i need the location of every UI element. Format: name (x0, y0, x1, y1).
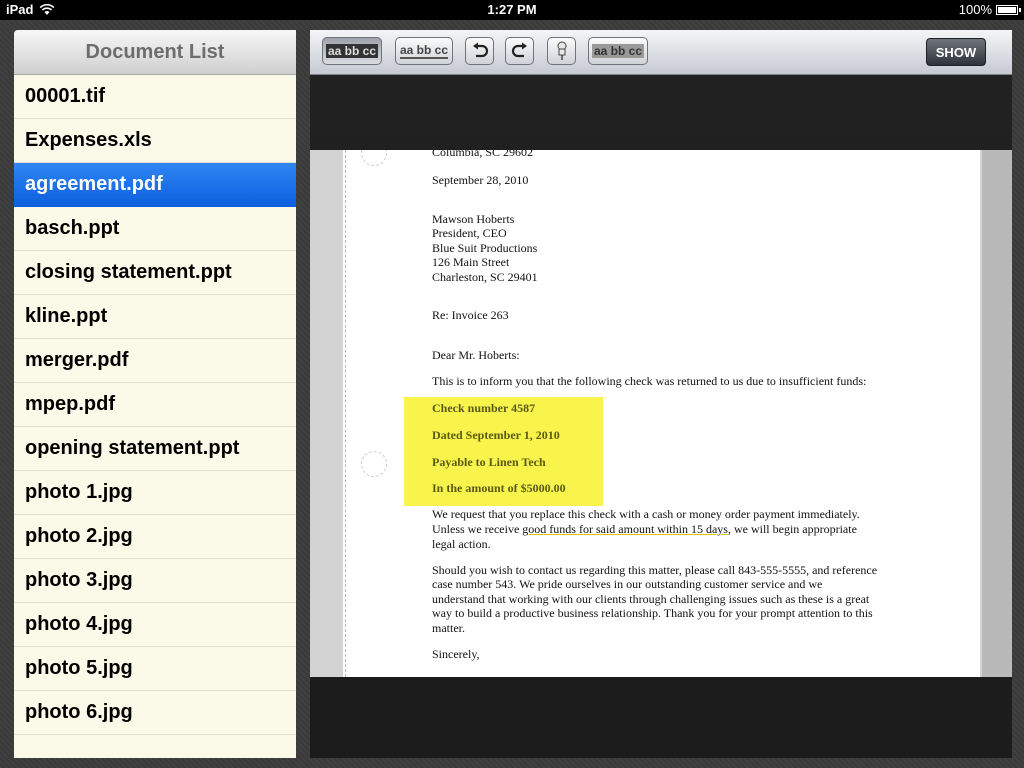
undo-button[interactable] (465, 37, 494, 65)
document-list-item[interactable]: agreement.pdf (14, 163, 296, 207)
paragraph-line: Unless we receive good funds for said am… (432, 522, 857, 537)
sender-city: Columbia, SC 29602 (432, 150, 534, 159)
check-amount: In the amount of $5000.00 (432, 481, 566, 495)
document-list-item[interactable]: basch.ppt (14, 207, 296, 251)
closing: Sincerely, (432, 647, 480, 661)
undo-icon (472, 42, 488, 58)
check-payee: Payable to Linen Tech (432, 455, 546, 469)
paragraph-line: case number 543. We pride ourselves in o… (432, 577, 823, 591)
underline-annotation[interactable]: good funds for said amount within 15 day… (522, 522, 728, 536)
document-list-panel: Document List 00001.tif Expenses.xls agree… (14, 30, 296, 758)
text-run: Unless we receive (432, 522, 523, 536)
underline-tool-button[interactable]: aa bb cc (395, 37, 453, 65)
document-list-item[interactable]: mpep.pdf (14, 383, 296, 427)
paragraph-line: understand that working with our clients… (432, 592, 870, 606)
recipient-name: Mawson Hoberts (432, 212, 515, 226)
document-list-item[interactable]: kline.ppt (14, 295, 296, 339)
recipient-title: President, CEO (432, 226, 507, 240)
document-list-item[interactable]: photo 5.jpg (14, 647, 296, 691)
note-pin-button[interactable] (547, 37, 576, 65)
page-edge (982, 150, 1012, 677)
intro-sentence: This is to inform you that the following… (432, 374, 867, 388)
recipient-street: 126 Main Street (432, 255, 510, 269)
document-list-item[interactable]: photo 1.jpg (14, 471, 296, 515)
status-bar: iPad 1:27 PM 100% (0, 0, 1024, 20)
text-run: , we will begin appropriate (727, 522, 857, 536)
document-list-title: Document List (14, 30, 296, 75)
check-number: Check number 4587 (432, 401, 536, 415)
punch-hole (361, 150, 387, 166)
redo-button[interactable] (505, 37, 534, 65)
battery-icon (996, 4, 1021, 15)
reference-line: Re: Invoice 263 (432, 308, 509, 322)
paragraph-line: matter. (432, 621, 465, 635)
paragraph-line: legal action. (432, 537, 491, 551)
document-viewer: aa bb cc aa bb cc aa bb cc SHOW Columbia… (310, 30, 1012, 758)
recipient-city: Charleston, SC 29401 (432, 270, 538, 284)
document-list-item[interactable]: photo 6.jpg (14, 691, 296, 735)
salutation: Dear Mr. Hoberts: (432, 348, 520, 362)
highlight-tool-button[interactable]: aa bb cc (322, 37, 382, 65)
strikeout-tool-button[interactable]: aa bb cc (588, 37, 648, 65)
redo-icon (511, 42, 527, 58)
document-list-item[interactable]: photo 3.jpg (14, 559, 296, 603)
strikeout-tool-label: aa bb cc (591, 44, 645, 58)
document-list-item[interactable]: Expenses.xls (14, 119, 296, 163)
app-frame: Document List 00001.tif Expenses.xls agree… (0, 20, 1024, 768)
clock: 1:27 PM (487, 2, 537, 17)
pushpin-icon (557, 41, 566, 60)
highlight-tool-label: aa bb cc (325, 44, 379, 58)
document-list[interactable]: 00001.tif Expenses.xls agreement.pdf basch.… (14, 75, 296, 735)
document-list-item[interactable]: merger.pdf (14, 339, 296, 383)
paragraph-line: We request that you replace this check w… (432, 507, 860, 521)
battery-percent: 100% (958, 2, 992, 17)
punch-hole (361, 451, 387, 477)
document-list-item[interactable]: photo 2.jpg (14, 515, 296, 559)
recipient-company: Blue Suit Productions (432, 241, 538, 255)
letter-date: September 28, 2010 (432, 173, 529, 187)
underline-tool-label: aa bb cc (399, 43, 449, 59)
document-list-item[interactable]: 00001.tif (14, 75, 296, 119)
show-button[interactable]: SHOW (926, 38, 986, 66)
check-date: Dated September 1, 2010 (432, 428, 560, 442)
page-margin-line (345, 150, 346, 677)
document-list-item[interactable]: closing statement.ppt (14, 251, 296, 295)
document-list-item[interactable]: photo 4.jpg (14, 603, 296, 647)
annotation-toolbar: aa bb cc aa bb cc aa bb cc SHOW (310, 30, 1012, 75)
document-page[interactable]: Columbia, SC 29602 September 28, 2010 Ma… (343, 150, 980, 677)
document-list-item[interactable]: opening statement.ppt (14, 427, 296, 471)
paragraph-line: Should you wish to contact us regarding … (432, 563, 878, 577)
paragraph-line: way to build a productive business relat… (432, 606, 873, 620)
